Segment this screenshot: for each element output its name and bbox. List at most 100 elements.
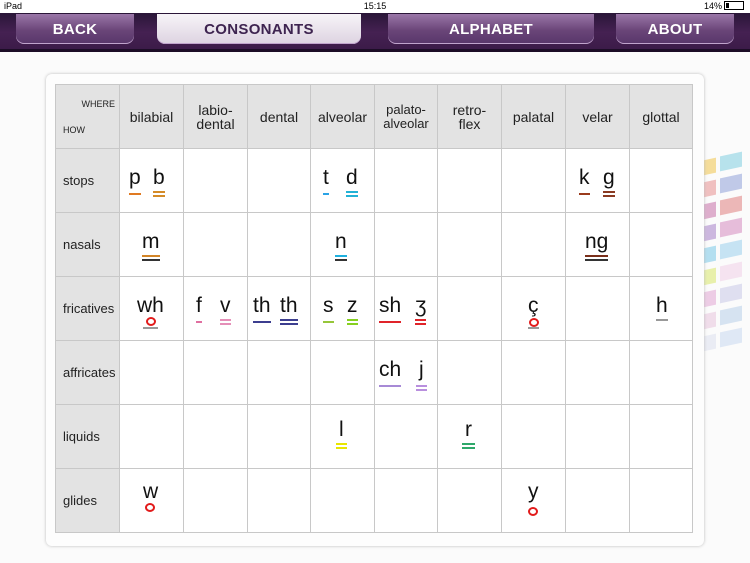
row-header-fricatives: fricatives	[55, 276, 120, 341]
symbol-wh[interactable]: wh	[137, 295, 164, 329]
cell-affricates-alveolar	[310, 340, 375, 405]
symbol-t[interactable]: t	[323, 167, 329, 195]
symbol-k[interactable]: k	[579, 167, 590, 195]
cell-liquids-velar	[565, 404, 630, 469]
cell-liquids-palatoalveolar	[374, 404, 438, 469]
cell-affricates-labiodental	[183, 340, 248, 405]
cell-stops-glottal	[629, 148, 693, 213]
symbol-l[interactable]: l	[336, 419, 347, 449]
symbol-m[interactable]: m	[142, 231, 160, 261]
cell-nasals-alveolar: n	[310, 212, 375, 277]
cell-affricates-palatal	[501, 340, 566, 405]
cell-fricatives-velar	[565, 276, 630, 341]
col-header-glottal: glottal	[629, 84, 693, 149]
col-header-labiodental: labio-dental	[183, 84, 248, 149]
symbol-d[interactable]: d	[346, 167, 358, 197]
cell-fricatives-palatoalveolar: sh ʒ	[374, 276, 438, 341]
symbol-n[interactable]: n	[335, 231, 347, 261]
symbol-y[interactable]: y	[528, 481, 539, 516]
cell-glides-alveolar	[310, 468, 375, 533]
cell-stops-alveolar: t d	[310, 148, 375, 213]
symbol-g[interactable]: g	[603, 167, 615, 197]
symbol-w[interactable]: w	[143, 481, 158, 512]
cell-stops-labiodental	[183, 148, 248, 213]
col-header-alveolar: alveolar	[310, 84, 375, 149]
symbol-th-voiced[interactable]: th	[280, 295, 298, 325]
row-header-stops: stops	[55, 148, 120, 213]
battery-icon	[724, 1, 744, 10]
cell-affricates-bilabial	[119, 340, 184, 405]
battery-text: 14%	[703, 1, 722, 11]
cell-glides-labiodental	[183, 468, 248, 533]
cell-stops-dental	[247, 148, 311, 213]
nav-bar: BACK CONSONANTS ALPHABET ABOUT	[0, 13, 750, 52]
cell-liquids-retroflex: r	[437, 404, 502, 469]
cell-stops-retroflex	[437, 148, 502, 213]
tab-consonants[interactable]: CONSONANTS	[157, 14, 361, 44]
symbol-b[interactable]: b	[153, 167, 165, 197]
where-label: WHERE	[81, 99, 116, 109]
symbol-th-voiceless[interactable]: th	[253, 295, 271, 323]
cell-fricatives-palatal: ç	[501, 276, 566, 341]
cell-liquids-alveolar: l	[310, 404, 375, 469]
about-button[interactable]: ABOUT	[616, 14, 734, 44]
cell-stops-palatal	[501, 148, 566, 213]
symbol-ch[interactable]: ch	[379, 359, 402, 387]
cell-glides-retroflex	[437, 468, 502, 533]
symbol-ng[interactable]: ng	[585, 231, 609, 261]
cell-glides-palatoalveolar	[374, 468, 438, 533]
col-header-retroflex: retro-flex	[437, 84, 502, 149]
symbol-f[interactable]: f	[196, 295, 202, 323]
symbol-sh[interactable]: sh	[379, 295, 402, 323]
back-button[interactable]: BACK	[16, 14, 134, 44]
col-header-bilabial: bilabial	[119, 84, 184, 149]
row-header-liquids: liquids	[55, 404, 120, 469]
symbol-r[interactable]: r	[462, 419, 475, 449]
cell-liquids-labiodental	[183, 404, 248, 469]
tab-alphabet[interactable]: ALPHABET	[388, 14, 594, 44]
cell-affricates-glottal	[629, 340, 693, 405]
how-label: HOW	[63, 125, 85, 135]
cell-fricatives-glottal: h	[629, 276, 693, 341]
cell-liquids-dental	[247, 404, 311, 469]
row-header-glides: glides	[55, 468, 120, 533]
cell-glides-bilabial: w	[119, 468, 184, 533]
cell-fricatives-alveolar: s z	[310, 276, 375, 341]
cell-stops-bilabial: p b	[119, 148, 184, 213]
symbol-v[interactable]: v	[220, 295, 231, 325]
consonant-chart: WHERE HOW bilabial labio-dental dental a…	[55, 84, 693, 533]
symbol-zh[interactable]: ʒ	[415, 295, 427, 325]
cell-fricatives-labiodental: f v	[183, 276, 248, 341]
cell-glides-dental	[247, 468, 311, 533]
cell-glides-velar	[565, 468, 630, 533]
col-header-palatoalveolar: palato-alveolar	[374, 84, 438, 149]
cell-affricates-velar	[565, 340, 630, 405]
cell-fricatives-dental: th th	[247, 276, 311, 341]
cell-nasals-palatal	[501, 212, 566, 277]
symbol-z[interactable]: z	[347, 295, 358, 325]
cell-fricatives-bilabial: wh	[119, 276, 184, 341]
symbol-h[interactable]: h	[656, 295, 668, 321]
cell-stops-palatoalveolar	[374, 148, 438, 213]
symbol-j[interactable]: j	[416, 359, 427, 391]
cell-affricates-retroflex	[437, 340, 502, 405]
symbol-s[interactable]: s	[323, 295, 334, 323]
cell-nasals-labiodental	[183, 212, 248, 277]
cell-nasals-bilabial: m	[119, 212, 184, 277]
cell-liquids-palatal	[501, 404, 566, 469]
cell-nasals-velar: ng	[565, 212, 630, 277]
cell-fricatives-retroflex	[437, 276, 502, 341]
col-header-velar: velar	[565, 84, 630, 149]
row-header-affricates: affricates	[55, 340, 120, 405]
cell-nasals-glottal	[629, 212, 693, 277]
status-bar: iPad 15:15 14%	[0, 0, 750, 13]
row-header-nasals: nasals	[55, 212, 120, 277]
status-time: 15:15	[363, 1, 387, 11]
symbol-p[interactable]: p	[129, 167, 141, 195]
symbol-c-cedilla[interactable]: ç	[528, 295, 539, 329]
battery-indicator: 14%	[704, 1, 744, 11]
cell-stops-velar: k g	[565, 148, 630, 213]
cell-glides-palatal: y	[501, 468, 566, 533]
cell-affricates-dental	[247, 340, 311, 405]
cell-nasals-palatoalveolar	[374, 212, 438, 277]
